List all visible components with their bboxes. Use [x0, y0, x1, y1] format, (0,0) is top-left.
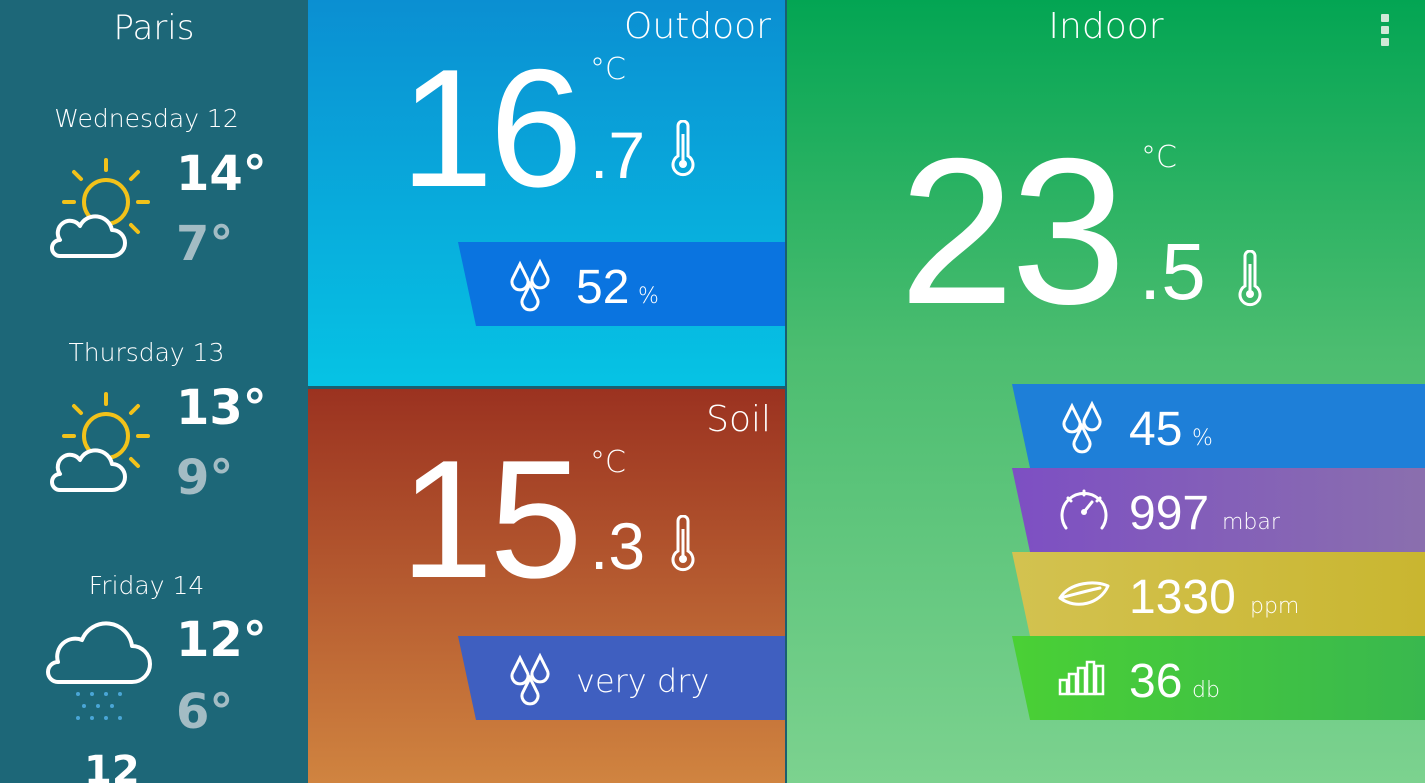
- indoor-noise-value: 36: [1129, 655, 1183, 708]
- humidity-drops-icon: [510, 652, 550, 706]
- panel-title: Soil: [706, 399, 771, 440]
- rain-cloud-icon: [46, 621, 152, 720]
- indoor-co2-value: 1330: [1129, 571, 1236, 624]
- indoor-co2-band: 1330 ppm: [1012, 552, 1425, 636]
- thermometer-icon: [671, 120, 695, 177]
- forecast-high: 13°: [176, 380, 267, 436]
- indoor-pressure-value: 997: [1129, 487, 1210, 540]
- soil-temp-decimal: .3: [590, 509, 646, 583]
- indoor-humidity-unit: %: [1192, 426, 1213, 451]
- panel-title: Indoor: [1048, 6, 1164, 47]
- panel-title: Outdoor: [624, 6, 771, 47]
- forecast-day-label: Thursday 13: [68, 338, 225, 367]
- humidity-drops-icon: [510, 258, 550, 312]
- outdoor-panel[interactable]: Outdoor 16 .7 °C 52 %: [308, 0, 785, 386]
- forecast-low: 6°: [176, 684, 234, 740]
- soil-moisture-band: very dry: [458, 636, 785, 720]
- soil-panel[interactable]: Soil 15 .3 °C very dry: [308, 389, 785, 783]
- forecast-low: 7°: [176, 216, 234, 272]
- indoor-noise-band: 36 db: [1012, 636, 1425, 720]
- forecast-low: 9°: [176, 450, 234, 506]
- indoor-pressure-band: 997 mbar: [1012, 468, 1425, 552]
- noise-bars-icon: [1058, 660, 1105, 696]
- thermometer-icon: [1238, 250, 1262, 307]
- temp-unit: °C: [590, 52, 626, 87]
- humidity-drops-icon: [1062, 400, 1102, 454]
- indoor-humidity-value: 45: [1129, 403, 1183, 456]
- overflow-menu-icon[interactable]: [1378, 14, 1392, 50]
- indoor-temp-integer: 23: [899, 116, 1126, 348]
- thermometer-icon: [671, 515, 695, 572]
- outdoor-humidity-unit: %: [638, 284, 659, 309]
- indoor-temp-decimal: .5: [1139, 227, 1206, 316]
- outdoor-temp-decimal: .7: [590, 118, 646, 192]
- forecast-next-peek: 12: [84, 748, 140, 783]
- forecast-sidebar: Paris Wednesday 12 14° 7° Thursday 13 13…: [0, 0, 308, 783]
- outdoor-humidity-band: 52 %: [458, 242, 785, 326]
- temp-unit: °C: [590, 445, 626, 480]
- sun-cloud-icon: [50, 392, 150, 492]
- indoor-noise-unit: db: [1192, 678, 1220, 703]
- outdoor-temp-integer: 16: [400, 34, 583, 222]
- forecast-day-label: Friday 14: [88, 571, 205, 600]
- indoor-pressure-unit: mbar: [1222, 510, 1280, 535]
- outdoor-humidity-value: 52: [576, 261, 630, 314]
- indoor-panel[interactable]: Indoor 23 .5 °C 45 % 997 mbar 1330 ppm 3…: [787, 0, 1425, 783]
- soil-moisture-status: very dry: [576, 662, 710, 700]
- forecast-day-label: Wednesday 12: [54, 104, 239, 133]
- leaf-icon: [1058, 581, 1110, 606]
- forecast-high: 12°: [176, 612, 267, 668]
- indoor-humidity-band: 45 %: [1012, 384, 1425, 468]
- city-name[interactable]: Paris: [0, 8, 308, 48]
- pressure-gauge-icon: [1060, 489, 1108, 530]
- temp-unit: °C: [1141, 140, 1177, 175]
- sun-cloud-icon: [50, 158, 150, 258]
- forecast-high: 14°: [176, 146, 267, 202]
- soil-temp-integer: 15: [400, 425, 583, 613]
- indoor-co2-unit: ppm: [1250, 594, 1300, 619]
